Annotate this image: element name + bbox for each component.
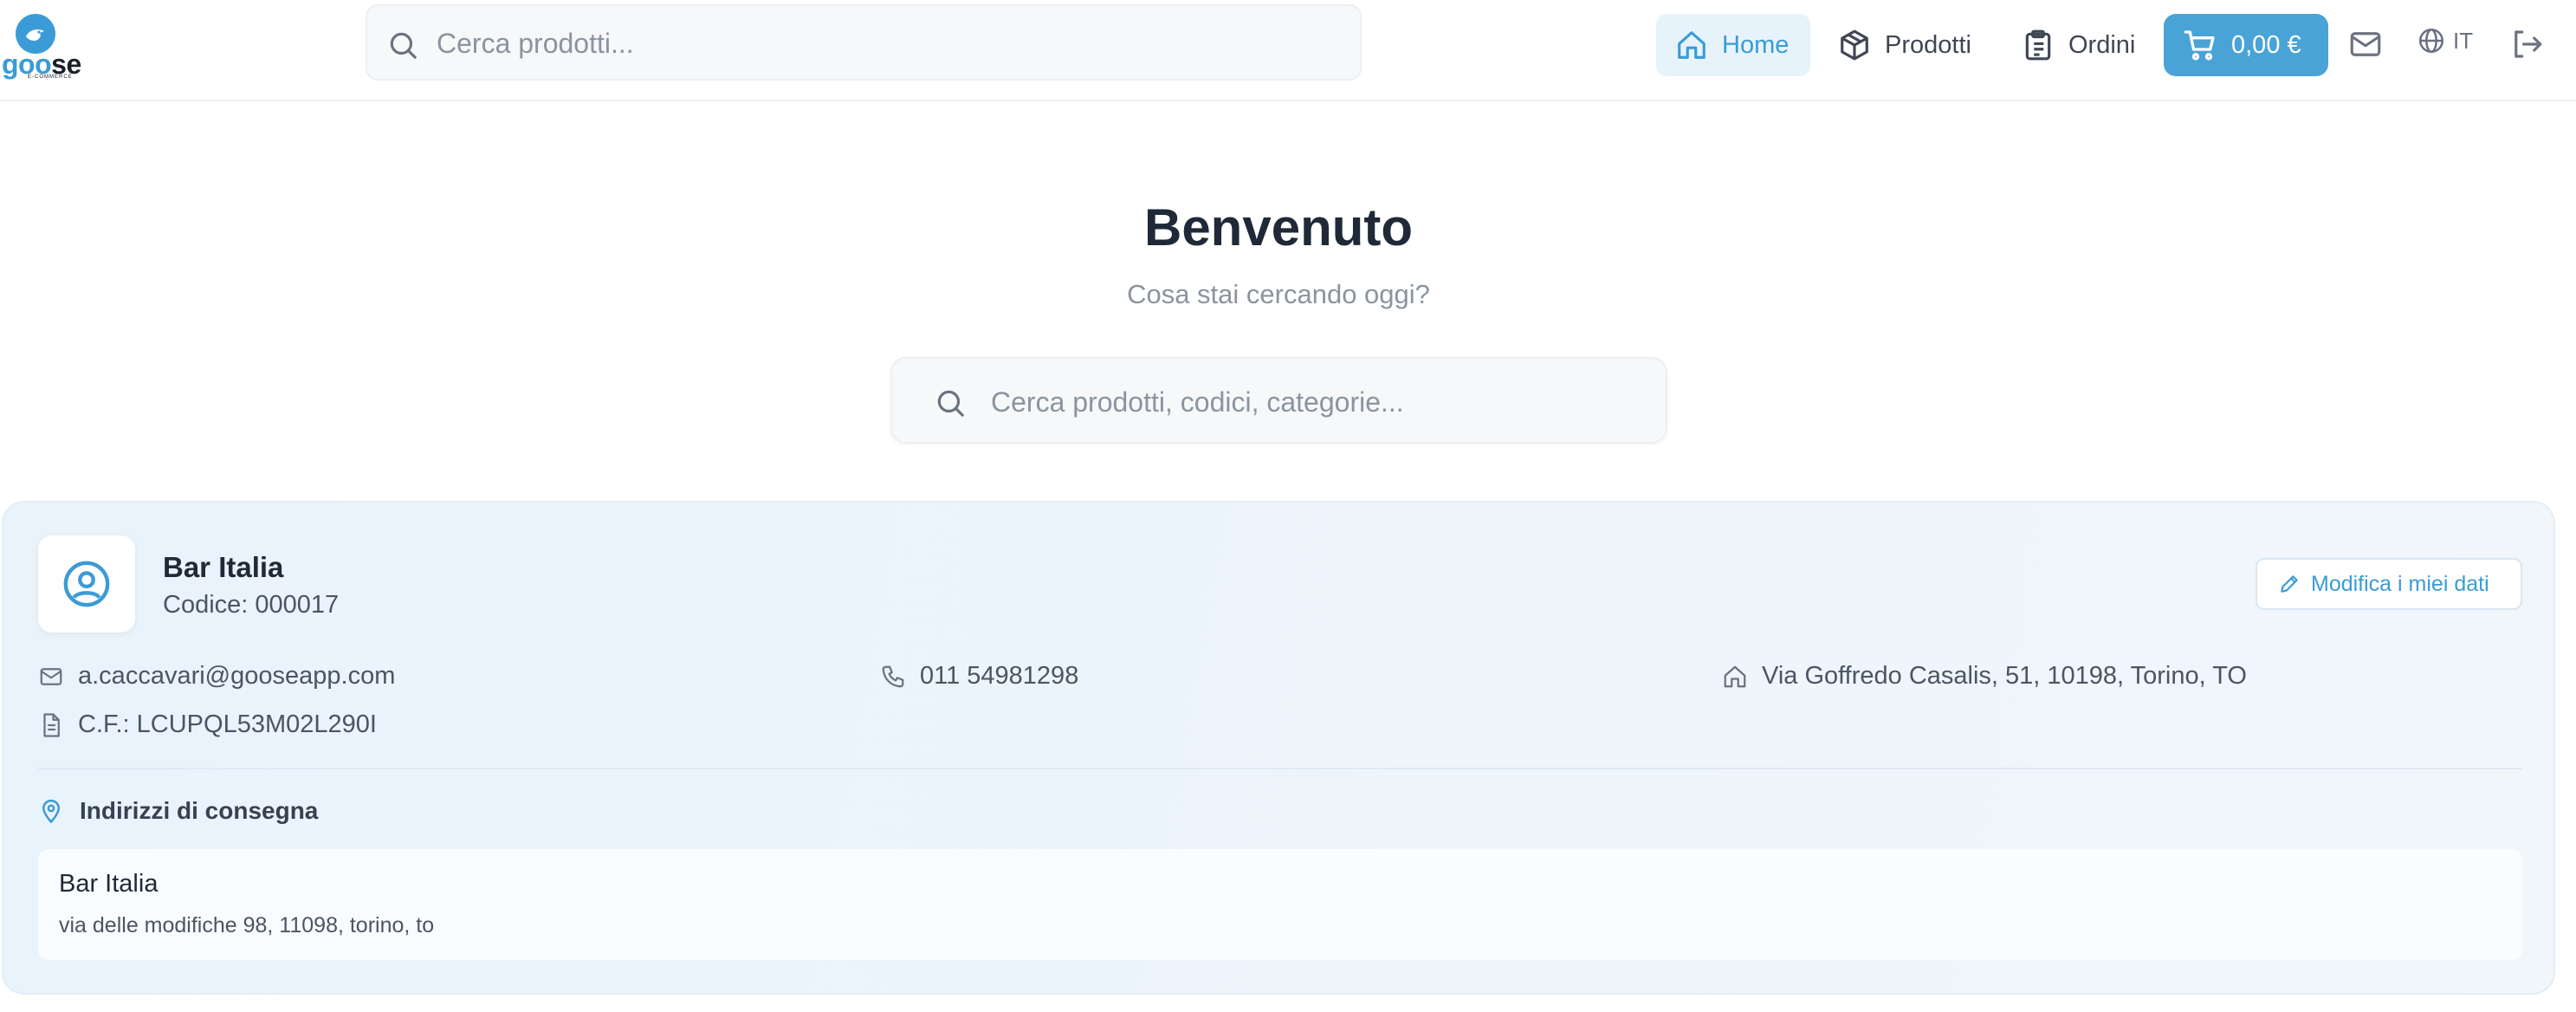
welcome-title: Benvenuto: [1143, 198, 1414, 256]
messages-button[interactable]: [2347, 26, 2384, 62]
box-icon: [1838, 29, 1871, 62]
customer-code: Codice: 000017: [163, 591, 340, 619]
edit-profile-label: Modifica i miei dati: [2311, 571, 2489, 596]
nav-products[interactable]: Prodotti: [1819, 14, 1992, 76]
customer-address-value: Via Goffredo Casalis, 51, 10198, Torino,…: [1762, 662, 2247, 690]
delivery-address-name: Bar Italia: [59, 870, 159, 898]
logout-button[interactable]: [2508, 26, 2545, 62]
customer-email-value: a.caccavari@gooseapp.com: [78, 662, 396, 690]
customer-phone: 011 54981298: [880, 662, 1078, 691]
avatar: [38, 535, 135, 632]
delivery-address-item[interactable]: Bar Italia via delle modifiche 98, 11098…: [38, 849, 2522, 960]
customer-tax-code-value: C.F.: LCUPQL53M02L290I: [78, 710, 377, 738]
pencil-icon: [2278, 573, 2301, 595]
clipboard-icon: [2022, 29, 2055, 62]
edit-profile-button[interactable]: Modifica i miei dati: [2256, 558, 2522, 610]
welcome-subtitle: Cosa stai cercando oggi?: [1127, 279, 1430, 309]
nav-orders-label: Ordini: [2068, 30, 2136, 59]
search-icon: [934, 386, 967, 419]
delivery-address-line: via delle modifiche 98, 11098, torino, t…: [59, 913, 435, 937]
nav-products-label: Prodotti: [1885, 30, 1971, 59]
customer-profile-card: Bar Italia Codice: 000017 Modifica i mie…: [2, 501, 2555, 995]
customer-phone-value: 011 54981298: [920, 662, 1079, 690]
mail-icon: [38, 664, 64, 690]
phone-icon: [880, 664, 906, 690]
cart-icon: [2183, 28, 2217, 62]
mail-icon: [2347, 26, 2384, 62]
cart-button[interactable]: 0,00 €: [2164, 14, 2328, 76]
cart-total: 0,00 €: [2231, 30, 2301, 59]
customer-name: Bar Italia: [163, 551, 284, 583]
delivery-addresses-title: Indirizzi di consegna: [80, 797, 319, 824]
nav-home[interactable]: Home: [1656, 14, 1810, 76]
user-circle-icon: [61, 559, 112, 609]
header-search-bar: [366, 4, 1362, 81]
section-divider: [38, 768, 2522, 769]
main-search-bar: [890, 357, 1667, 444]
logout-icon: [2508, 26, 2545, 62]
customer-tax-code: C.F.: LCUPQL53M02L290I: [38, 710, 377, 739]
language-selector[interactable]: IT: [2417, 26, 2473, 55]
globe-icon: [2417, 26, 2446, 55]
home-icon: [1722, 664, 1748, 690]
header-search-input[interactable]: [435, 22, 1339, 65]
nav-orders[interactable]: Ordini: [2003, 14, 2159, 76]
logo-tagline: E-COMMERCE: [28, 75, 73, 80]
main-search-input[interactable]: [989, 380, 1634, 425]
map-pin-icon: [38, 798, 64, 824]
search-icon: [386, 29, 419, 62]
nav-home-label: Home: [1722, 30, 1790, 59]
goose-logo[interactable]: goose E-COMMERCE: [2, 14, 81, 80]
customer-email: a.caccavari@gooseapp.com: [38, 662, 395, 691]
delivery-addresses-heading: Indirizzi di consegna: [38, 797, 318, 825]
document-icon: [38, 712, 64, 738]
language-code: IT: [2453, 27, 2474, 54]
top-header: goose E-COMMERCE Home Prodotti Ordini 0,…: [0, 0, 2576, 101]
customer-address: Via Goffredo Casalis, 51, 10198, Torino,…: [1722, 662, 2247, 691]
home-icon: [1675, 29, 1708, 62]
